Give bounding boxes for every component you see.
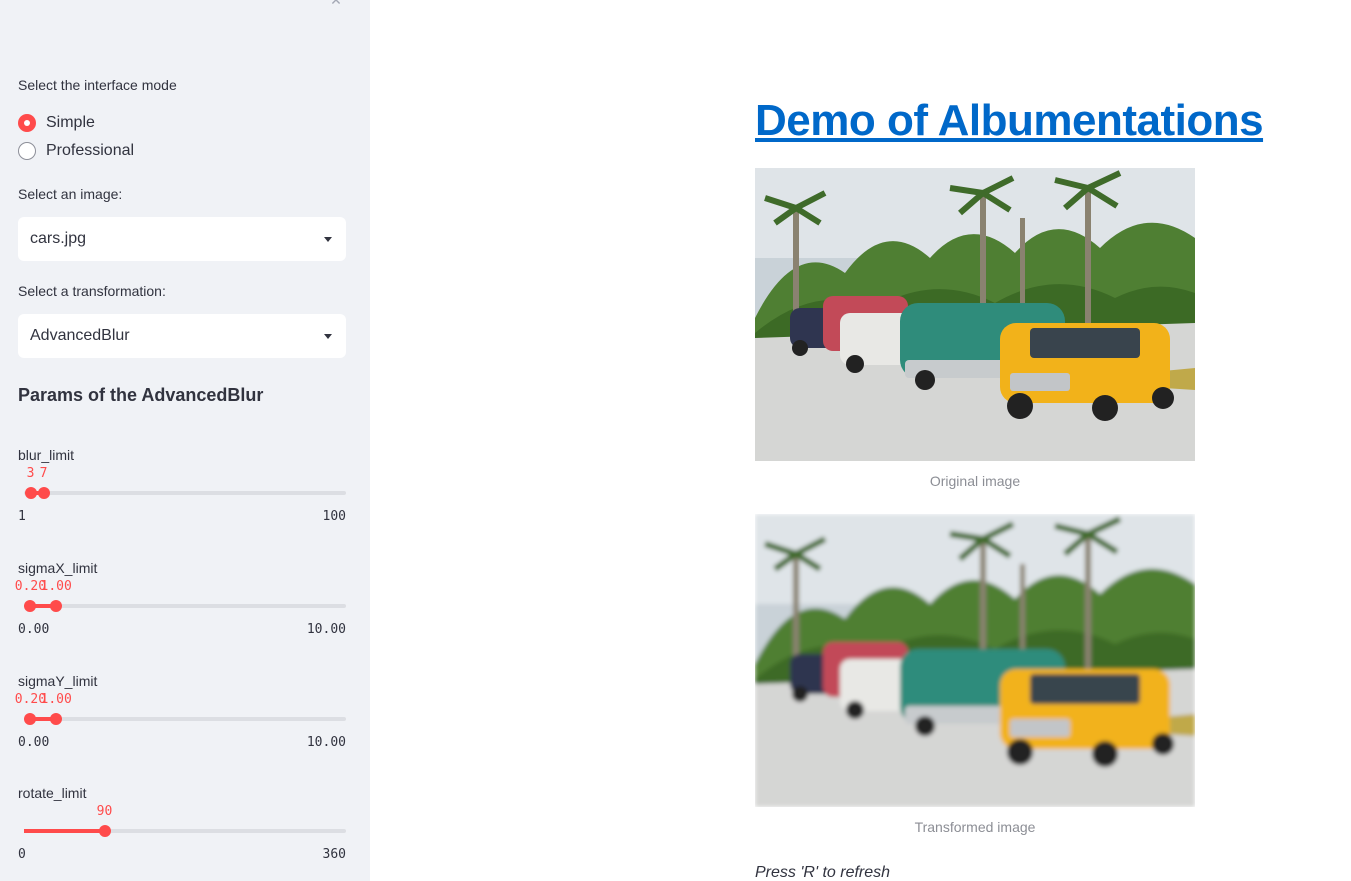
- slider-min: 0: [18, 847, 26, 862]
- slider-max: 100: [322, 509, 346, 524]
- car-scene: [755, 168, 1195, 461]
- slider-track[interactable]: [24, 491, 346, 495]
- transform-select-value: AdvancedBlur: [30, 327, 130, 344]
- image-select-value: cars.jpg: [30, 230, 87, 247]
- radio-simple[interactable]: Simple: [18, 111, 95, 135]
- chevron-down-icon: [324, 236, 332, 242]
- slider-track[interactable]: [24, 604, 346, 608]
- slider-min: 0.00: [18, 622, 50, 637]
- mode-label: Select the interface mode: [18, 77, 177, 93]
- slider-track[interactable]: [24, 717, 346, 721]
- chevron-down-icon: [324, 333, 332, 339]
- slider-min: 1: [18, 509, 26, 524]
- slider-max: 360: [322, 847, 346, 862]
- slider-max: 10.00: [306, 735, 346, 750]
- slider-sigmay-limit[interactable]: sigmaY_limit 0.20 1.00 0.00 10.00: [15, 673, 346, 753]
- slider-value: 90: [96, 804, 113, 819]
- slider-label: rotate_limit: [18, 785, 87, 801]
- image-select-label: Select an image:: [18, 186, 123, 202]
- slider-thumb[interactable]: [50, 713, 63, 725]
- slider-value: 1.00: [40, 579, 72, 594]
- slider-rotate-limit[interactable]: rotate_limit 90 0 360: [18, 785, 346, 865]
- radio-unselected-icon[interactable]: [18, 142, 36, 160]
- slider-label: sigmaX_limit: [18, 560, 98, 576]
- slider-label: sigmaY_limit: [18, 673, 98, 689]
- slider-label: blur_limit: [18, 447, 75, 463]
- car-scene-blurred: [755, 514, 1195, 807]
- sidebar: ✕ Select the interface mode Simple Profe…: [0, 0, 370, 881]
- main-content: Demo of Albumentations Original image Tr…: [370, 0, 1351, 881]
- slider-max: 10.00: [306, 622, 346, 637]
- slider-thumb[interactable]: [24, 487, 37, 499]
- radio-selected-icon[interactable]: [18, 114, 36, 132]
- slider-value: 1.00: [40, 692, 72, 707]
- slider-blur-limit[interactable]: blur_limit 3 7 1 100: [18, 447, 346, 527]
- slider-value: 3: [26, 466, 35, 481]
- radio-professional[interactable]: Professional: [18, 139, 134, 163]
- transformed-image: [755, 514, 1195, 807]
- close-icon[interactable]: ✕: [328, 0, 344, 8]
- slider-thumb[interactable]: [24, 713, 37, 725]
- slider-thumb[interactable]: [24, 600, 37, 612]
- original-caption: Original image: [929, 473, 1021, 489]
- image-select[interactable]: cars.jpg: [18, 217, 346, 261]
- page-title[interactable]: Demo of Albumentations: [755, 96, 1264, 146]
- transform-select-label: Select a transformation:: [18, 283, 166, 299]
- original-image-svg: [755, 168, 1195, 461]
- slider-thumb[interactable]: [50, 600, 63, 612]
- app: ✕ Select the interface mode Simple Profe…: [0, 0, 1351, 881]
- radio-label: Professional: [46, 142, 135, 159]
- slider-fill: [24, 829, 105, 833]
- transform-select[interactable]: AdvancedBlur: [18, 314, 346, 358]
- slider-min: 0.00: [18, 735, 50, 750]
- slider-thumb[interactable]: [98, 825, 111, 837]
- transformed-image-svg: [755, 514, 1195, 807]
- slider-value: 7: [39, 466, 48, 481]
- slider-thumb[interactable]: [37, 487, 50, 499]
- original-image: [755, 168, 1195, 461]
- refresh-hint: Press 'R' to refresh: [755, 864, 891, 881]
- slider-sigmax-limit[interactable]: sigmaX_limit 0.20 1.00 0.00 10.00: [15, 560, 346, 640]
- transformed-caption: Transformed image: [914, 819, 1036, 835]
- params-title: Params of the AdvancedBlur: [18, 385, 264, 405]
- radio-label: Simple: [46, 114, 95, 131]
